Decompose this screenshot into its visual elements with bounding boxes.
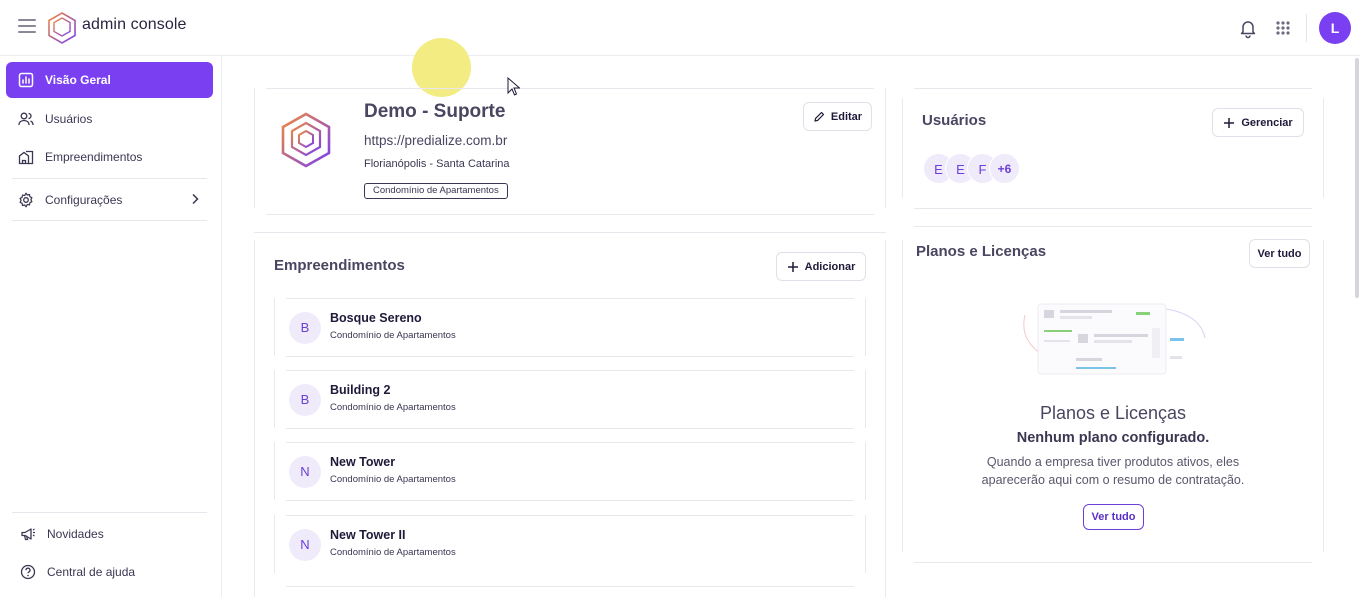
apps-grid-icon[interactable] [1272, 17, 1294, 39]
megaphone-icon [21, 528, 35, 541]
divider [12, 512, 207, 513]
empreendimento-name: New Tower II [330, 528, 406, 542]
planos-title: Planos e Licenças [916, 243, 1047, 260]
bell-icon[interactable] [1237, 17, 1259, 39]
buildings-icon [18, 150, 34, 165]
avatar: N [289, 456, 321, 488]
sidebar-item-novidades[interactable]: Novidades [8, 516, 215, 552]
user-avatar[interactable]: L [1319, 12, 1351, 44]
divider [286, 428, 854, 429]
empreendimento-type: Condomínio de Apartamentos [330, 547, 456, 558]
avatar: B [289, 384, 321, 416]
divider [914, 208, 1312, 209]
empreendimento-name: Bosque Sereno [330, 311, 422, 325]
chevron-right-icon [192, 193, 199, 205]
avatar: N [289, 529, 321, 561]
divider [12, 178, 207, 179]
add-empreendimento-button[interactable]: Adicionar [776, 252, 866, 281]
plus-icon [787, 261, 798, 272]
empty-state-text: Quando a empresa tiver produtos ativos, … [986, 455, 1240, 469]
company-url[interactable]: https://predialize.com.br [364, 133, 507, 148]
list-item[interactable]: B Bosque Sereno Condomínio de Apartament… [274, 298, 866, 356]
scrollbar[interactable] [1355, 58, 1359, 298]
company-type-tag: Condomínio de Apartamentos [364, 183, 508, 199]
company-location: Florianópolis - Santa Catarina [364, 158, 510, 170]
empreendimento-name: Building 2 [330, 383, 391, 397]
empty-state-title: Planos e Licenças [1039, 403, 1187, 423]
company-card [254, 88, 886, 208]
empreendimento-type: Condomínio de Apartamentos [330, 330, 456, 341]
list-item[interactable]: N New Tower II Condomínio de Apartamento… [274, 515, 866, 573]
pencil-icon [814, 111, 825, 122]
menu-icon[interactable] [18, 19, 36, 33]
empreendimentos-title: Empreendimentos [274, 257, 405, 274]
sidebar-item-label: Visão Geral [45, 73, 111, 87]
divider [286, 500, 854, 501]
sidebar-item-usuarios[interactable]: Usuários [6, 101, 213, 137]
empreendimento-type: Condomínio de Apartamentos [330, 402, 456, 413]
company-logo [281, 112, 331, 168]
divider [914, 226, 1312, 227]
gear-icon [19, 192, 33, 208]
edit-button[interactable]: Editar [803, 102, 872, 131]
sidebar-item-label: Configurações [45, 193, 123, 207]
divider [266, 88, 874, 89]
chart-icon [18, 72, 34, 88]
empty-state-subtitle: Nenhum plano configurado. [1016, 430, 1210, 446]
sidebar-item-empreendimentos[interactable]: Empreendimentos [6, 139, 213, 175]
sidebar-item-visao-geral[interactable]: Visão Geral [6, 62, 213, 98]
divider [266, 214, 874, 215]
top-bar: admin console L [0, 0, 1360, 56]
mouse-cursor-icon [507, 77, 520, 96]
divider [254, 232, 886, 233]
divider [12, 220, 207, 221]
manage-users-button[interactable]: Gerenciar [1212, 108, 1304, 137]
usuarios-title: Usuários [922, 112, 987, 129]
brand-name: admin console [82, 16, 187, 33]
divider [286, 356, 854, 357]
divider [914, 562, 1312, 563]
divider [914, 88, 1312, 89]
sidebar-item-label: Usuários [45, 112, 93, 126]
more-users-badge[interactable]: +6 [989, 153, 1020, 184]
empreendimento-name: New Tower [330, 455, 396, 469]
users-icon [18, 112, 34, 126]
list-item[interactable]: B Building 2 Condomínio de Apartamentos [274, 370, 866, 428]
empty-state-see-all-button[interactable]: Ver tudo [1083, 504, 1144, 530]
divider [286, 586, 854, 587]
empty-state-illustration [1023, 303, 1206, 375]
avatar: B [289, 312, 321, 344]
sidebar-item-configuracoes[interactable]: Configurações [6, 182, 213, 218]
logo-icon [48, 12, 76, 44]
sidebar-item-label: Empreendimentos [45, 150, 143, 164]
company-name: Demo - Suporte [364, 101, 506, 122]
help-icon [20, 564, 36, 580]
sidebar-item-label: Novidades [47, 527, 104, 541]
see-all-plans-button[interactable]: Ver tudo [1249, 239, 1310, 268]
plus-icon [1224, 117, 1235, 128]
list-item[interactable]: N New Tower Condomínio de Apartamentos [274, 442, 866, 500]
empreendimento-type: Condomínio de Apartamentos [330, 474, 456, 485]
empty-state-text: aparecerão aqui com o resumo de contrata… [981, 473, 1245, 487]
sidebar-item-label: Central de ajuda [47, 565, 136, 579]
divider [1306, 14, 1307, 42]
sidebar-item-central-de-ajuda[interactable]: Central de ajuda [8, 554, 215, 590]
